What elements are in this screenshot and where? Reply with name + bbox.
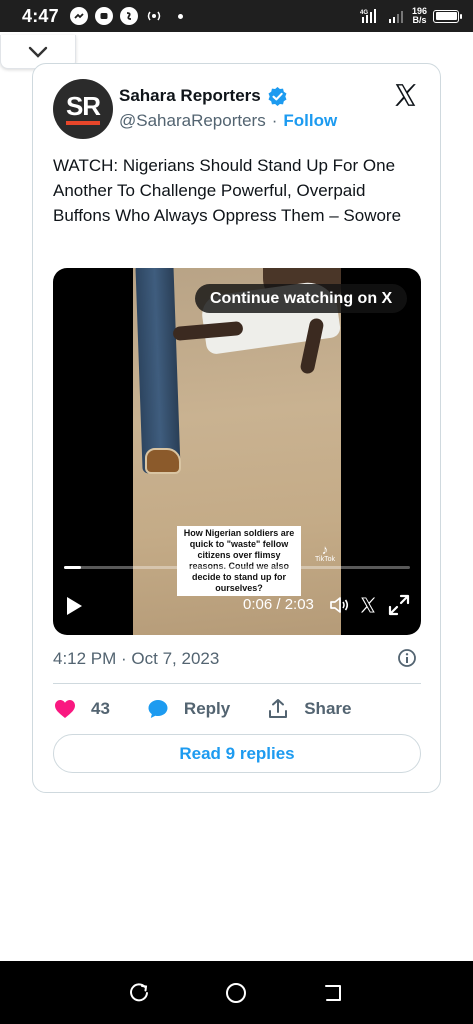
tweet-actions: 43 Reply Share — [53, 694, 421, 724]
back-button[interactable] — [320, 979, 348, 1007]
tweet-embed-card: SR Sahara Reporters @SaharaReporters · F… — [32, 63, 441, 793]
tiktok-watermark: ♪ TikTok — [315, 542, 335, 563]
messenger-icon — [69, 7, 88, 25]
x-logo-icon[interactable] — [359, 596, 377, 614]
read-replies-button[interactable]: Read 9 replies — [53, 734, 421, 773]
reply-bubble-icon — [148, 700, 168, 718]
status-notification-icons — [69, 7, 183, 25]
share-icon — [269, 699, 288, 718]
display-name[interactable]: Sahara Reporters — [119, 86, 261, 106]
network-speed: 196 B/s — [411, 6, 427, 25]
handle-row: @SaharaReporters · Follow — [119, 111, 337, 131]
more-notifications-dot — [177, 13, 183, 19]
video-progress-fill — [64, 566, 81, 569]
battery-icon — [433, 9, 462, 23]
continue-watching-button[interactable]: Continue watching on X — [195, 284, 408, 313]
video-player[interactable]: How Nigerian soldiers are quick to "wast… — [53, 268, 421, 635]
verified-badge-icon — [268, 86, 287, 107]
handle[interactable]: @SaharaReporters — [119, 111, 266, 131]
x-logo-icon[interactable] — [392, 82, 419, 108]
recent-apps-button[interactable] — [125, 979, 153, 1007]
home-icon — [226, 982, 247, 1003]
volume-icon[interactable] — [329, 595, 349, 615]
like-count: 43 — [91, 699, 110, 718]
like-button[interactable]: 43 — [53, 697, 110, 721]
handle-separator: · — [271, 111, 278, 130]
status-bar: 4:47 4G 196 B/s — [0, 0, 473, 32]
signal-4g-icon: 4G — [360, 9, 376, 23]
tweet-text: WATCH: Nigerians Should Stand Up For One… — [53, 156, 402, 225]
play-icon[interactable] — [65, 596, 83, 616]
recent-apps-icon — [129, 982, 148, 1001]
share-button[interactable]: Share — [266, 697, 351, 721]
follow-button[interactable]: Follow — [283, 111, 337, 131]
shazam-icon — [119, 7, 138, 25]
video-caption: How Nigerian soldiers are quick to "wast… — [177, 526, 301, 596]
video-frame: How Nigerian soldiers are quick to "wast… — [133, 268, 341, 635]
share-label: Share — [304, 699, 352, 718]
signal-2-icon — [388, 11, 403, 23]
back-icon — [325, 984, 342, 1001]
collapse-chevron-icon — [28, 46, 48, 58]
reply-label: Reply — [183, 699, 231, 718]
media-icon — [94, 7, 113, 25]
fullscreen-icon[interactable] — [388, 594, 410, 616]
reply-button[interactable]: Reply — [146, 697, 230, 721]
video-progress-bar[interactable] — [64, 566, 410, 569]
divider — [53, 683, 421, 684]
video-time: 0:06 / 2:03 — [243, 596, 314, 613]
tweet-timestamp[interactable]: 4:12 PM · Oct 7, 2023 — [53, 649, 219, 669]
hotspot-icon — [147, 11, 161, 21]
info-icon[interactable] — [397, 648, 417, 668]
home-button[interactable] — [222, 979, 250, 1007]
system-nav-bar — [0, 961, 473, 1024]
status-time: 4:47 — [22, 5, 59, 26]
avatar[interactable]: SR — [53, 79, 113, 139]
heart-icon — [55, 700, 75, 718]
